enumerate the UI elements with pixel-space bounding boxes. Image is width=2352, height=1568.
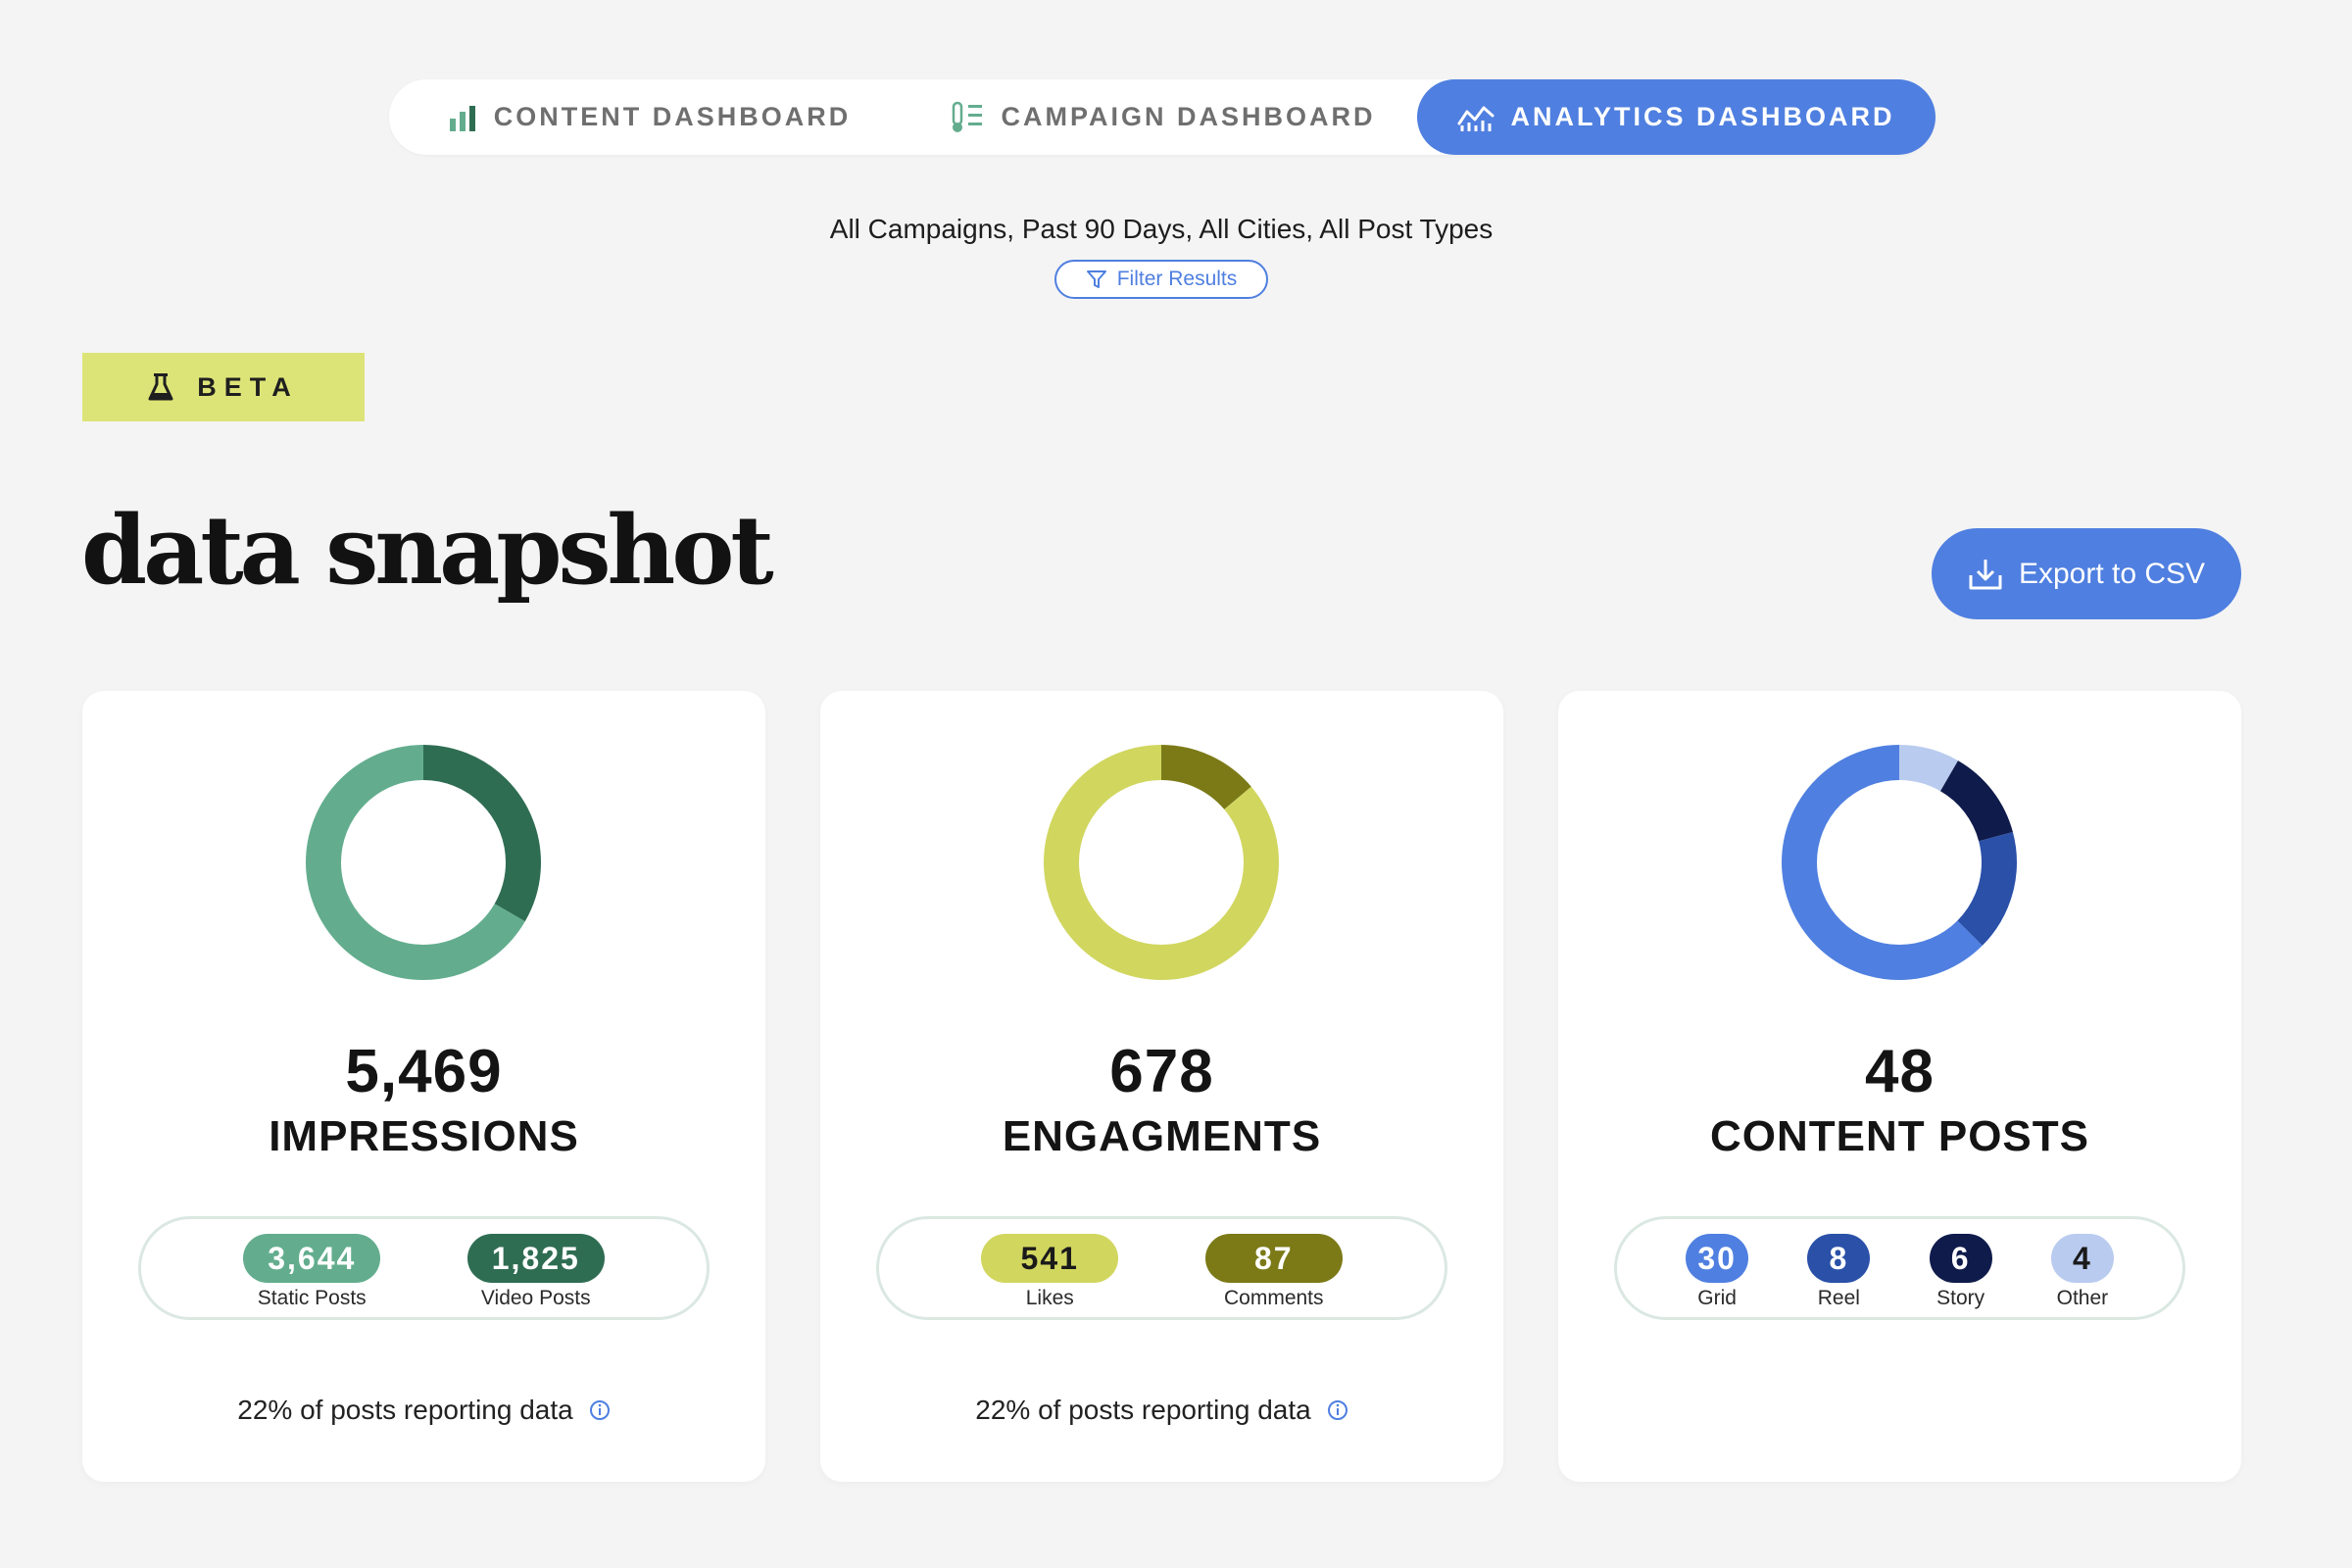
pill-caption: Video Posts: [480, 1287, 591, 1309]
breakdown-item: 30 Grid: [1656, 1219, 1778, 1317]
content-posts-card: 48 CONTENT POSTS 30 Grid 8 Reel 6 Story 4 Other: [1558, 691, 2241, 1482]
flask-icon: [148, 373, 173, 401]
footnote: 22% of posts reporting data: [82, 1395, 765, 1426]
breakdown-item: 1,825 Video Posts: [424, 1219, 649, 1317]
tab-analytics-dashboard[interactable]: ANALYTICS DASHBOARD: [1417, 79, 1936, 155]
breakdown-legend: 30 Grid 8 Reel 6 Story 4 Other: [1614, 1216, 2185, 1320]
pill-caption: Other: [2056, 1287, 2109, 1309]
breakdown-item: 87 Comments: [1162, 1219, 1387, 1317]
tab-campaign-dashboard[interactable]: CAMPAIGN DASHBOARD: [908, 79, 1417, 155]
pill-caption: Grid: [1697, 1287, 1737, 1309]
content-posts-donut-chart: [1782, 745, 2017, 980]
value-pill: 3,644: [243, 1234, 381, 1283]
info-icon[interactable]: [589, 1399, 611, 1421]
metric-label: ENGAGMENTS: [1002, 1112, 1322, 1160]
dashboard-tab-bar: CONTENT DASHBOARD CAMPAIGN DASHBOARD ANA…: [389, 79, 1936, 155]
value-pill: 8: [1807, 1234, 1871, 1283]
thermometer-list-icon: [952, 101, 982, 132]
beta-label: BETA: [197, 371, 299, 402]
filter-results-label: Filter Results: [1116, 268, 1238, 290]
footnote-text: 22% of posts reporting data: [975, 1395, 1311, 1425]
value-pill: 6: [1929, 1234, 1992, 1283]
breakdown-item: 6 Story: [1900, 1219, 2022, 1317]
footnote-text: 22% of posts reporting data: [237, 1395, 573, 1425]
export-csv-button[interactable]: Export to CSV: [1932, 528, 2241, 619]
breakdown-item: 541 Likes: [938, 1219, 1162, 1317]
download-icon: [1969, 559, 2002, 589]
value-pill: 87: [1204, 1234, 1343, 1283]
pill-caption: Comments: [1223, 1287, 1324, 1309]
breakdown-item: 8 Reel: [1778, 1219, 1899, 1317]
pill-caption: Story: [1936, 1287, 1985, 1309]
engagements-card: 678 ENGAGMENTS 541 Likes 87 Comments 22% of…: [820, 691, 1503, 1482]
filter-summary: All Campaigns, Past 90 Days, All Cities,…: [829, 214, 1494, 244]
footnote: 22% of posts reporting data: [820, 1395, 1503, 1426]
tab-label: CAMPAIGN DASHBOARD: [1001, 102, 1376, 131]
bar-chart-icon: [449, 105, 475, 131]
pill-caption: Static Posts: [257, 1287, 367, 1309]
breakdown-legend: 3,644 Static Posts 1,825 Video Posts: [138, 1216, 710, 1320]
tab-label: CONTENT DASHBOARD: [493, 102, 852, 131]
impressions-donut-chart: [306, 745, 541, 980]
tab-label: ANALYTICS DASHBOARD: [1510, 102, 1895, 131]
export-csv-label: Export to CSV: [2018, 557, 2206, 590]
value-pill: 1,825: [466, 1234, 605, 1283]
line-trend-icon: [1457, 106, 1494, 131]
breakdown-item: 3,644 Static Posts: [200, 1219, 424, 1317]
info-icon[interactable]: [1327, 1399, 1348, 1421]
value-pill: 30: [1686, 1234, 1749, 1283]
metric-value: 5,469: [345, 1038, 503, 1105]
breakdown-legend: 541 Likes 87 Comments: [876, 1216, 1447, 1320]
page-title: data snapshot: [81, 495, 774, 606]
metric-label: CONTENT POSTS: [1709, 1112, 2090, 1160]
pill-caption: Reel: [1817, 1287, 1860, 1309]
tab-content-dashboard[interactable]: CONTENT DASHBOARD: [389, 79, 908, 155]
metric-value: 678: [1109, 1038, 1214, 1105]
metric-value: 48: [1865, 1038, 1935, 1105]
breakdown-item: 4 Other: [2022, 1219, 2143, 1317]
filter-results-button[interactable]: Filter Results: [1054, 260, 1268, 299]
beta-badge: BETA: [82, 353, 365, 421]
funnel-icon: [1086, 270, 1106, 288]
engagements-donut-chart: [1044, 745, 1279, 980]
metric-label: IMPRESSIONS: [269, 1112, 579, 1160]
impressions-card: 5,469 IMPRESSIONS 3,644 Static Posts 1,825…: [82, 691, 765, 1482]
pill-caption: Likes: [1025, 1287, 1074, 1309]
value-pill: 541: [981, 1234, 1119, 1283]
value-pill: 4: [2050, 1234, 2114, 1283]
